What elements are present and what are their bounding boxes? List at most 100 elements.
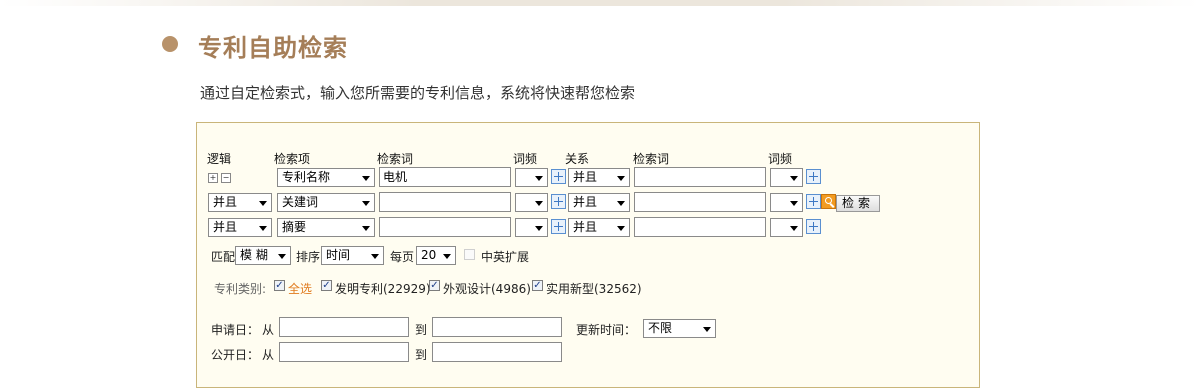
invention-label: 发明专利(22929) [335,282,431,296]
relation-select-2-value: 并且 [573,195,598,209]
freq2-select-2[interactable] [770,193,803,212]
field-select-1-value: 专利名称 [282,170,331,184]
dropdown-arrow-icon [790,176,798,181]
dictionary-icon[interactable] [551,194,566,209]
dropdown-arrow-icon [790,201,798,206]
per-page-label: 每页 [390,250,415,264]
dropdown-arrow-icon [362,176,370,181]
dictionary-icon[interactable] [806,194,821,209]
cn-en-checkbox[interactable] [464,249,475,260]
dictionary-icon[interactable] [806,219,821,234]
header-relation: 关系 [565,152,590,166]
sort-label: 排序 [296,250,321,264]
field-select-2-value: 关建词 [282,195,319,209]
design-checkbox[interactable]: ✓ [429,280,440,291]
logic-select-3[interactable]: 并且 [208,218,272,237]
apply-from-label: 从 [262,323,275,337]
term-input-1[interactable]: 电机 [379,167,511,187]
cn-en-label: 中英扩展 [481,250,530,264]
dropdown-arrow-icon [790,226,798,231]
update-time-select-value: 不限 [648,321,673,335]
dropdown-arrow-icon [278,254,286,259]
publish-date-to-input[interactable] [432,342,562,362]
field-select-3[interactable]: 摘要 [277,218,375,237]
dictionary-icon[interactable] [551,169,566,184]
freq-select-1[interactable] [515,168,548,187]
publish-from-label: 从 [262,348,275,362]
match-select-value: 模 糊 [240,248,268,262]
sort-select-value: 时间 [326,248,351,262]
freq2-select-1[interactable] [770,168,803,187]
dropdown-arrow-icon [535,176,543,181]
logic-select-2[interactable]: 并且 [208,193,272,212]
term2-input-1[interactable] [634,167,766,187]
invention-checkbox[interactable]: ✓ [321,280,332,291]
update-time-label: 更新时间： [576,323,637,337]
logic-select-3-value: 并且 [213,220,238,234]
sort-select[interactable]: 时间 [321,246,384,265]
header-field: 检索项 [274,152,311,166]
title-bullet-icon [162,36,178,52]
dropdown-arrow-icon [259,201,267,206]
field-select-1[interactable]: 专利名称 [277,168,375,187]
dictionary-icon[interactable] [551,219,566,234]
magnifier-icon[interactable] [821,194,836,209]
apply-to-label: 到 [415,323,428,337]
dictionary-icon[interactable] [806,169,821,184]
publish-to-label: 到 [415,348,428,362]
field-select-3-value: 摘要 [282,220,307,234]
apply-date-label: 申请日： [211,323,260,337]
add-row-icon[interactable]: + [208,173,218,183]
header-logic: 逻辑 [207,152,232,166]
relation-select-1-value: 并且 [573,170,598,184]
design-label: 外观设计(4986) [443,282,531,296]
utility-checkbox[interactable]: ✓ [532,280,543,291]
select-all-label[interactable]: 全选 [288,280,312,297]
dropdown-arrow-icon [371,254,379,259]
dropdown-arrow-icon [362,201,370,206]
top-decoration [0,0,1200,6]
header-freq: 词频 [513,152,538,166]
page-title: 专利自助检索 [198,34,348,62]
term-input-2[interactable] [379,192,511,212]
dropdown-arrow-icon [443,254,451,259]
dropdown-arrow-icon [703,327,711,332]
update-time-select[interactable]: 不限 [643,319,716,338]
relation-select-2[interactable]: 并且 [568,193,630,212]
term-input-3[interactable] [379,217,511,237]
publish-date-from-input[interactable] [279,342,409,362]
dropdown-arrow-icon [535,201,543,206]
freq2-select-3[interactable] [770,218,803,237]
apply-date-from-input[interactable] [279,317,409,337]
select-all-checkbox[interactable]: ✓ [274,280,285,291]
term2-input-3[interactable] [634,217,766,237]
search-panel: 逻辑 检索项 检索词 词频 关系 检索词 词频 + − 专利名称 电机 并且 并… [196,122,980,388]
relation-select-1[interactable]: 并且 [568,168,630,187]
relation-select-3-value: 并且 [573,220,598,234]
dropdown-arrow-icon [617,176,625,181]
dropdown-arrow-icon [362,226,370,231]
freq-select-2[interactable] [515,193,548,212]
header-term2: 检索词 [633,152,670,166]
match-label: 匹配 [211,250,236,264]
per-page-select[interactable]: 20 [416,246,456,265]
utility-label: 实用新型(32562) [546,282,642,296]
match-select[interactable]: 模 糊 [235,246,291,265]
freq-select-3[interactable] [515,218,548,237]
remove-row-icon[interactable]: − [221,173,231,183]
dropdown-arrow-icon [535,226,543,231]
dropdown-arrow-icon [617,201,625,206]
logic-select-2-value: 并且 [213,195,238,209]
term2-input-2[interactable] [634,192,766,212]
dropdown-arrow-icon [259,226,267,231]
publish-date-label: 公开日： [211,348,260,362]
header-freq2: 词频 [768,152,793,166]
page-subtitle: 通过自定检索式，输入您所需要的专利信息，系统将快速帮您检索 [200,84,636,102]
relation-select-3[interactable]: 并且 [568,218,630,237]
category-label: 专利类别: [214,282,267,296]
per-page-select-value: 20 [421,248,437,262]
apply-date-to-input[interactable] [432,317,562,337]
dropdown-arrow-icon [617,226,625,231]
field-select-2[interactable]: 关建词 [277,193,375,212]
search-button[interactable]: 检索 [836,195,880,212]
